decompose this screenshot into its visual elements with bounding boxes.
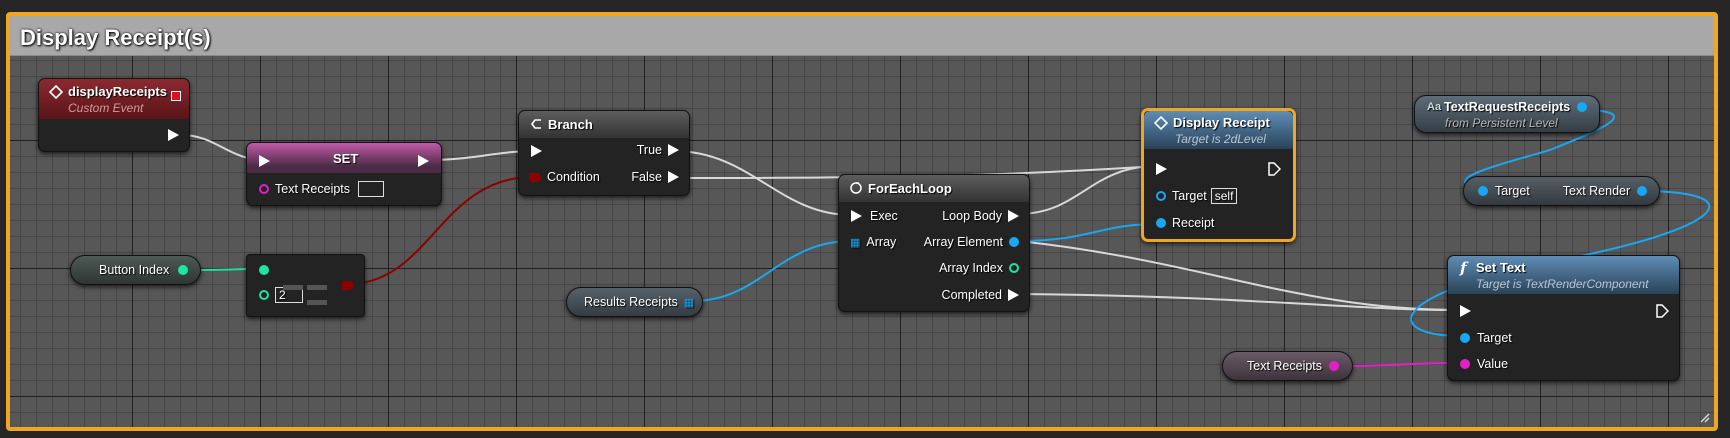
pin-label: Condition [547,170,600,184]
pin-receipt[interactable]: Receipt [1156,216,1214,230]
node-subtitle: Custom Event [68,101,144,115]
equal-int-node[interactable]: 2 [246,254,365,317]
exec-output-pin[interactable] [1268,162,1281,176]
exec-input-pin[interactable] [1460,305,1471,317]
node-subtitle: Target is TextRenderComponent [1476,277,1649,291]
exec-input-pin[interactable] [1156,163,1167,175]
bool-output-pin[interactable] [342,281,354,290]
pin-label: Text Receipts [275,182,351,196]
pin-label: Array Element [923,235,1003,249]
event-diamond-icon [49,85,63,99]
comment-title[interactable]: Display Receipt(s) [20,25,211,51]
pin-label: Array Index [939,261,1003,275]
target-value-box[interactable]: self [1210,188,1238,204]
resize-grip-icon[interactable] [1698,411,1710,423]
pin-label: Array [866,235,897,249]
int-output-pin[interactable] [178,265,189,275]
array-grid-icon[interactable]: ▦ [684,296,694,309]
variable-subtitle: from Persistent Level [1445,116,1558,130]
pin-exec[interactable]: Exec [851,209,898,223]
object-output-pin[interactable] [1637,186,1648,196]
node-header [519,111,689,138]
variable-label: Results Receipts [584,295,678,309]
node-title: displayReceipts [68,84,167,99]
exec-output-pin[interactable] [418,155,429,167]
function-icon: f [1460,259,1467,277]
pin-label: Exec [870,209,898,223]
object-input-pin[interactable] [1478,186,1488,196]
int-input-pin-a[interactable] [259,265,269,275]
variable-getter-text-request-receipts[interactable]: Aa TextRequestReceipts from Persistent L… [1414,95,1600,133]
node-subtitle: Target is 2dLevel [1175,132,1266,146]
text-value-box[interactable] [358,181,385,197]
equal-operator-icon [283,277,327,305]
pin-loop-body[interactable]: Loop Body [942,209,1019,223]
variable-getter-text-receipts[interactable]: Text Receipts [1222,351,1353,381]
pin-label: Text Render [1562,184,1631,198]
pin-label: Target [1172,189,1207,203]
text-pin-icon[interactable] [259,184,269,194]
pin-label: Target [1477,331,1512,345]
bool-pin-icon[interactable] [529,172,541,182]
pin-text-receipts[interactable]: Text Receipts [259,181,385,197]
node-title: SET [333,151,359,166]
text-render-icon: Aa [1427,101,1442,113]
node-title: ForEachLoop [868,181,952,196]
loop-icon [850,182,862,194]
exec-input-pin[interactable] [531,145,542,157]
array-grid-icon[interactable]: ▦ [850,236,860,249]
pin-label: Receipt [1172,216,1215,230]
exec-output-pin[interactable] [168,129,179,141]
node-title: Branch [548,117,593,132]
object-output-pin[interactable] [1577,102,1587,112]
variable-label: TextRequestReceipts [1444,100,1571,114]
node-title: Display Receipt [1173,115,1270,130]
pin-target[interactable]: Target self [1156,188,1238,204]
pin-target[interactable]: Target [1460,331,1512,345]
variable-getter-results-receipts[interactable]: Results Receipts ▦ [566,287,703,317]
pin-completed[interactable]: Completed [942,288,1019,302]
node-title: Set Text [1476,260,1526,275]
pin-false[interactable]: False [631,170,679,184]
pin-array-index[interactable]: Array Index [939,261,1019,275]
display-receipt-node[interactable]: Display Receipt Target is 2dLevel Target… [1141,108,1296,242]
pin-true[interactable]: True [637,143,679,157]
pin-label: True [636,143,662,157]
variable-label: Button Index [99,263,170,277]
exec-output-pin[interactable] [1656,304,1669,318]
text-output-pin[interactable] [1329,361,1340,371]
variable-label: Text Receipts [1247,359,1323,373]
pin-label: Loop Body [942,209,1002,223]
event-diamond-icon [1154,116,1168,130]
pin-array[interactable]: ▦ Array [850,235,896,249]
branch-icon [531,119,541,129]
exec-input-pin[interactable] [259,155,270,167]
pin-label: False [631,170,662,184]
delegate-pin-icon[interactable] [171,91,181,101]
pin-array-element[interactable]: Array Element [924,235,1019,249]
pin-condition[interactable]: Condition [529,170,600,184]
set-node-text-receipts[interactable]: SET Text Receipts [246,142,442,206]
set-text-function-node[interactable]: f Set Text Target is TextRenderComponent… [1447,255,1680,381]
variable-getter-button-index[interactable]: Button Index [70,255,201,285]
pin-label: Completed [941,288,1002,302]
pin-label: Value [1477,357,1509,371]
branch-node[interactable]: Branch True Condition False [518,110,690,196]
event-node-display-receipts[interactable]: displayReceipts Custom Event [38,78,190,152]
pin-value[interactable]: Value [1460,357,1508,371]
comment-header[interactable]: Display Receipt(s) [10,16,1714,56]
get-text-render-node[interactable]: Target Text Render [1463,176,1660,206]
for-each-loop-node[interactable]: ForEachLoop Exec Loop Body ▦ Array Array … [838,174,1030,312]
pin-label: Target [1495,184,1530,198]
int-pin-icon[interactable] [259,290,269,300]
